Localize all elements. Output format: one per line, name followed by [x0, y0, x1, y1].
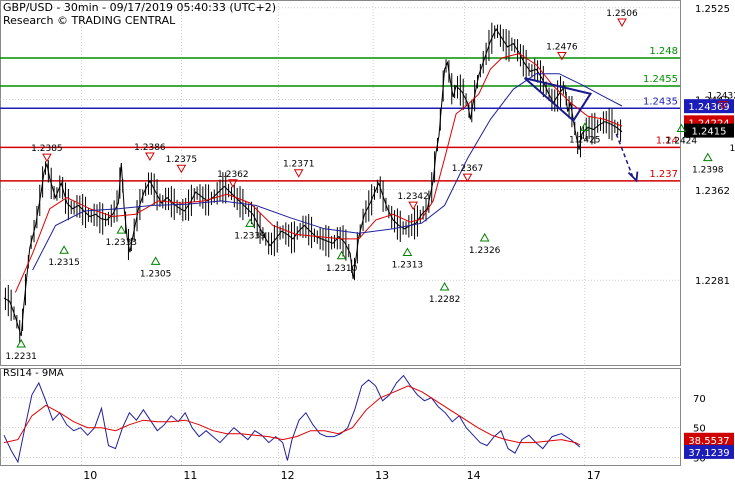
support-label: 1.2398 — [692, 166, 724, 176]
resistance-marker-icon — [617, 18, 627, 28]
projection-label: 1.2410 — [729, 144, 735, 154]
resistance-label: 1.2362 — [217, 170, 249, 180]
projection-arrow-head — [627, 171, 639, 183]
y-tick-label: 1.2281 — [695, 276, 730, 287]
rsi-frame — [0, 368, 681, 466]
main-chart-panel: 1.25251.24431.23621.22811.2481.24551.243… — [0, 0, 735, 366]
x-tick-label: 10 — [83, 469, 97, 480]
fast-moving-average — [14, 53, 623, 293]
resistance-label: 1.2342 — [397, 192, 429, 202]
rsi-ma-line — [3, 385, 581, 446]
support-label: 1.2339 — [234, 231, 266, 241]
rsi-title: RSI14 - 9MA — [3, 368, 64, 379]
resistance-marker-icon — [293, 169, 304, 178]
support-marker-icon — [59, 245, 69, 254]
main-frame — [0, 0, 681, 366]
x-tick-label: 11 — [183, 469, 197, 480]
support-label: 1.2305 — [140, 269, 172, 279]
support-marker-icon — [116, 225, 127, 234]
resistance-label: 1.2432 — [707, 92, 735, 102]
rsi-value-box-label: 37.1239 — [688, 448, 729, 459]
support-marker-icon — [16, 338, 27, 348]
support-label: 1.2231 — [5, 352, 37, 362]
x-tick-label: 17 — [587, 469, 601, 480]
support-marker-icon — [245, 218, 255, 227]
support-label: 1.2282 — [429, 295, 461, 305]
rsi-y-tick-label: 70 — [693, 394, 706, 405]
support-label: 1.2326 — [469, 246, 501, 256]
support-marker-icon — [479, 232, 490, 242]
research-credit: Research © TRADING CENTRAL — [3, 14, 176, 27]
support-marker-icon — [702, 152, 713, 162]
support-label: 1.2425 — [569, 135, 601, 145]
rsi-panel: 10 11 12 13 14 1770503038.553737.1239 — [0, 368, 734, 480]
support-marker-icon — [402, 247, 413, 256]
support-label: 1.2333 — [106, 238, 138, 248]
resistance-label: 1.2385 — [31, 144, 63, 154]
resistance-label: 1.2371 — [283, 160, 315, 170]
resistance-label: 1.2375 — [166, 155, 198, 165]
level-label: 1.237 — [649, 169, 678, 180]
support-label: 1.2313 — [392, 260, 424, 270]
resistance-label: 1.2506 — [606, 9, 638, 19]
level-label: 1.248 — [649, 46, 678, 57]
support-label: 1.2315 — [48, 258, 80, 268]
y-tick-label: 1.2362 — [695, 186, 730, 197]
x-tick-label: 13 — [375, 469, 389, 480]
resistance-label: 1.2386 — [134, 143, 166, 153]
support-label: 1.2424 — [666, 137, 698, 147]
resistance-marker-icon — [42, 153, 52, 163]
support-marker-icon — [336, 250, 347, 260]
level-label: 1.2455 — [643, 74, 678, 85]
rsi-line — [3, 374, 581, 464]
x-tick-label: 12 — [281, 469, 295, 480]
projection-arrow-line — [615, 133, 635, 179]
resistance-marker-icon — [408, 201, 419, 211]
resistance-label: 1.2476 — [546, 43, 578, 53]
chart-title: GBP/USD - 30min - 09/17/2019 05:40:33 (U… — [3, 1, 276, 14]
y-tick-label: 1.2525 — [695, 4, 730, 15]
resistance-marker-icon — [145, 152, 155, 161]
support-marker-icon — [439, 282, 450, 291]
level-label: 1.2435 — [643, 96, 678, 107]
chart-canvas: 1.25251.24431.23621.22811.2481.24551.243… — [0, 0, 735, 480]
support-label: 1.2310 — [326, 264, 358, 274]
resistance-label: 1.2367 — [452, 164, 484, 174]
x-tick-label: 14 — [467, 469, 481, 480]
support-marker-icon — [150, 256, 161, 265]
